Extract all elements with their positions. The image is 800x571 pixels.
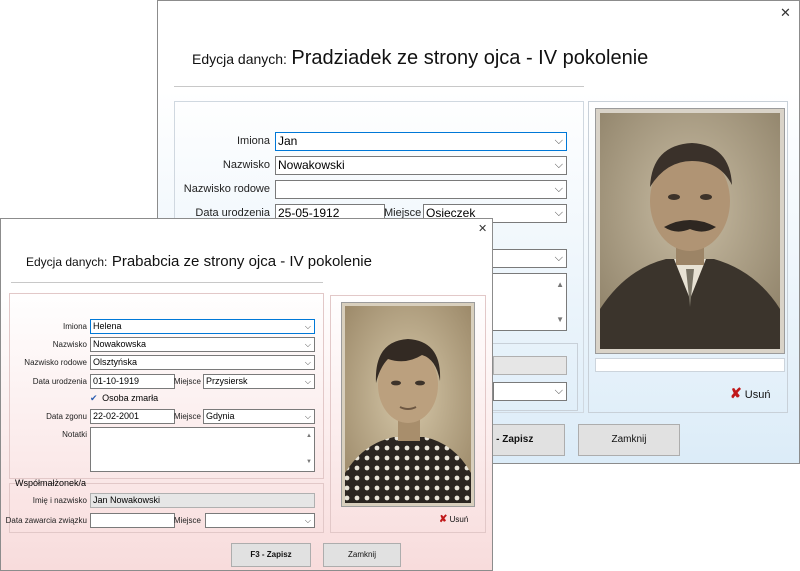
- close-button[interactable]: Zamknij: [323, 543, 401, 567]
- close-label: Zamknij: [611, 434, 647, 445]
- scroll-down-icon[interactable]: ▼: [556, 311, 564, 328]
- imiona-input[interactable]: Helena ⌵: [90, 319, 315, 334]
- osoba-zmarla-label: Osoba zmarła: [102, 393, 159, 403]
- window-title: Edycja danych: Prababcia ze strony ojca …: [26, 253, 372, 271]
- close-icon[interactable]: ✕: [780, 6, 791, 19]
- chevron-down-icon[interactable]: ⌵: [305, 514, 311, 527]
- imiona-label: Imiona: [62, 322, 87, 331]
- spouse-name-field: Jan Nowakowski: [90, 493, 315, 508]
- red-x-icon: ✘: [439, 514, 448, 525]
- miejsce-zgonu-label: Miejsce: [173, 412, 201, 421]
- nazwisko-rodowe-input[interactable]: Olsztyńska ⌵: [90, 355, 315, 370]
- chevron-down-icon[interactable]: ⌵: [555, 250, 563, 267]
- spouse-miejsce-label: Miejsce: [173, 516, 201, 525]
- delete-photo-button[interactable]: ✘ Usuń: [730, 385, 770, 402]
- divider: [174, 86, 584, 87]
- title-text: Pradziadek ze strony ojca - IV pokolenie: [291, 47, 649, 69]
- nazwisko-input[interactable]: Nowakowska ⌵: [90, 337, 315, 352]
- front-edit-window: ✕ Edycja danych: Prababcia ze strony ojc…: [0, 218, 493, 571]
- spouse-miejsce-input[interactable]: ⌵: [205, 513, 315, 528]
- portrait-photo[interactable]: [595, 108, 785, 354]
- scroll-up-icon[interactable]: ▲: [556, 276, 564, 293]
- partial-field[interactable]: ⌵: [488, 249, 567, 268]
- miejsce-urodzenia-input[interactable]: Przysiersk ⌵: [203, 374, 315, 389]
- data-urodzenia-input[interactable]: 01-10-1919: [90, 374, 175, 389]
- spouse-place-input[interactable]: ⌵: [493, 382, 567, 401]
- title-prefix: Edycja danych:: [26, 255, 108, 269]
- data-zawarcia-input[interactable]: [90, 513, 175, 528]
- data-urodzenia-label: Data urodzenia: [32, 377, 87, 386]
- miejsce-urodzenia-label: Miejsce: [173, 377, 201, 386]
- notatki-label: Notatki: [62, 430, 87, 439]
- delete-label: Usuń: [744, 389, 771, 401]
- nazwisko-value: Nowakowski: [278, 158, 345, 172]
- nazwisko-rodowe-label: Nazwisko rodowe: [24, 358, 87, 367]
- nazwisko-label: Nazwisko: [222, 159, 270, 171]
- scroll-up-icon[interactable]: ▲: [306, 430, 312, 443]
- close-label: Zamknij: [347, 550, 376, 559]
- spouse-legend: Współmałżonek/a: [15, 478, 87, 488]
- save-button[interactable]: F3 - Zapisz: [231, 543, 311, 567]
- data-zgonu-label: Data zgonu: [46, 412, 87, 421]
- nazwisko-input[interactable]: Nowakowski ⌵: [275, 156, 567, 175]
- nazwisko-label: Nazwisko: [52, 340, 87, 349]
- osoba-zmarla-checkbox[interactable]: ✔ Osoba zmarła: [90, 393, 158, 404]
- chevron-down-icon[interactable]: ⌵: [555, 181, 563, 198]
- spouse-name-field: [493, 356, 567, 375]
- miejsce-zgonu-input[interactable]: Gdynia ⌵: [203, 409, 315, 424]
- chevron-down-icon[interactable]: ⌵: [305, 356, 311, 369]
- window-title: Edycja danych: Pradziadek ze strony ojca…: [192, 47, 648, 70]
- chevron-down-icon[interactable]: ⌵: [555, 133, 563, 150]
- nazwisko-rodowe-input[interactable]: ⌵: [275, 180, 567, 199]
- chevron-down-icon[interactable]: ⌵: [305, 410, 311, 423]
- notes-textarea[interactable]: ▲ ▼: [488, 273, 567, 331]
- imiona-label: Imiona: [236, 135, 270, 147]
- save-label: F3 - Zapisz: [250, 550, 292, 559]
- scroll-down-icon[interactable]: ▼: [306, 456, 312, 469]
- delete-photo-button[interactable]: ✘ Usuń: [439, 514, 468, 525]
- data-zgonu-value: 22-02-2001: [93, 411, 140, 421]
- notatki-textarea[interactable]: ▲ ▼: [90, 427, 315, 472]
- divider: [11, 282, 323, 283]
- nazwisko-rodowe-label: Nazwisko rodowe: [183, 183, 270, 195]
- miejsce-zgonu-value: Gdynia: [206, 411, 235, 421]
- title-text: Prababcia ze strony ojca - IV pokolenie: [111, 253, 372, 270]
- imiona-input[interactable]: Jan ⌵: [275, 132, 567, 151]
- checkmark-icon: ✔: [90, 393, 98, 403]
- photo-caption-bar: [595, 358, 785, 372]
- chevron-down-icon[interactable]: ⌵: [555, 157, 563, 174]
- imiona-value: Helena: [93, 321, 122, 331]
- imiona-value: Jan: [278, 134, 298, 148]
- chevron-down-icon[interactable]: ⌵: [305, 338, 311, 351]
- data-zgonu-input[interactable]: 22-02-2001: [90, 409, 175, 424]
- spouse-name-value: Jan Nowakowski: [93, 495, 161, 505]
- nazwisko-rodowe-value: Olsztyńska: [93, 357, 138, 367]
- chevron-down-icon[interactable]: ⌵: [555, 205, 563, 222]
- title-prefix: Edycja danych:: [192, 51, 287, 67]
- close-button[interactable]: Zamknij: [578, 424, 680, 456]
- nazwisko-value: Nowakowska: [93, 339, 147, 349]
- data-zawarcia-label: Data zawarcia związku: [5, 516, 87, 525]
- imie-nazwisko-label: Imię i nazwisko: [32, 496, 87, 505]
- red-x-icon: ✘: [730, 385, 742, 401]
- delete-label: Usuń: [449, 515, 469, 524]
- chevron-down-icon[interactable]: ⌵: [555, 383, 563, 400]
- miejsce-urodzenia-value: Przysiersk: [206, 376, 248, 386]
- close-icon[interactable]: ✕: [478, 223, 487, 235]
- chevron-down-icon[interactable]: ⌵: [305, 375, 311, 388]
- data-urodzenia-value: 01-10-1919: [93, 376, 140, 386]
- portrait-photo[interactable]: [341, 302, 475, 507]
- chevron-down-icon[interactable]: ⌵: [305, 320, 311, 333]
